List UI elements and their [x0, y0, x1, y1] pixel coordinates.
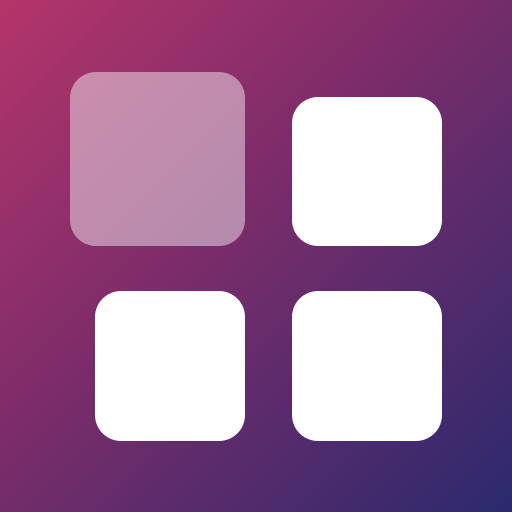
grid-tile-bottom-left — [95, 291, 245, 441]
grid-widgets-icon — [0, 0, 512, 512]
grid-tile-top-left — [70, 72, 245, 246]
grid-tile-bottom-right — [292, 291, 442, 441]
grid-tile-top-right — [292, 97, 442, 246]
